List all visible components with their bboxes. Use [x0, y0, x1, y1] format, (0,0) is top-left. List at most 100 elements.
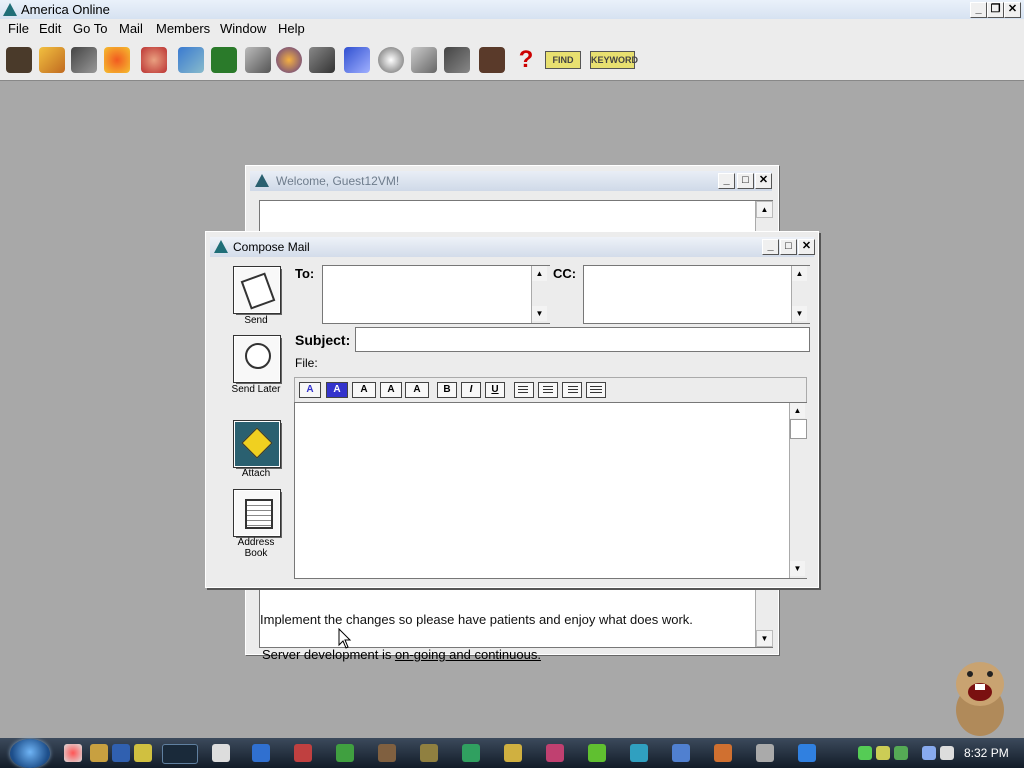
editor-scrollbar[interactable]: ▲ ▼ [789, 403, 807, 578]
tray-icon-1[interactable] [858, 746, 872, 760]
taskbar-app-9[interactable] [504, 744, 522, 762]
scroll-thumb[interactable] [790, 419, 807, 439]
menu-window[interactable]: Window [220, 21, 266, 36]
compose-close-button[interactable]: ✕ [798, 239, 815, 255]
menu-edit[interactable]: Edit [39, 21, 61, 36]
print-icon[interactable] [104, 47, 130, 73]
tray-icon-2[interactable] [876, 746, 890, 760]
taskbar-app-15[interactable] [756, 744, 774, 762]
app-title: America Online [21, 2, 110, 17]
to-field[interactable]: ▲ ▼ [322, 265, 550, 324]
send-later-icon [245, 343, 271, 369]
mail-center-icon[interactable] [71, 47, 97, 73]
quicklaunch-icon-3[interactable] [112, 744, 130, 762]
weather-icon[interactable] [411, 47, 437, 73]
my-files-icon[interactable] [141, 47, 167, 73]
clock-icon[interactable] [378, 47, 404, 73]
scroll-down-arrow-icon[interactable]: ▼ [792, 306, 807, 321]
my-aol-icon[interactable] [178, 47, 204, 73]
help-icon[interactable]: ? [513, 47, 539, 73]
taskbar-app-10[interactable] [546, 744, 564, 762]
send-button[interactable] [233, 266, 281, 314]
scroll-down-arrow-icon[interactable]: ▼ [790, 561, 805, 576]
chrome-icon[interactable] [64, 744, 82, 762]
menu-help[interactable]: Help [278, 21, 305, 36]
read-mail-icon[interactable] [6, 47, 32, 73]
write-mail-icon[interactable] [39, 47, 65, 73]
taskbar-app-4[interactable] [294, 744, 312, 762]
send-icon [240, 272, 276, 310]
calendar-icon[interactable] [479, 47, 505, 73]
taskbar-app-6[interactable] [378, 744, 396, 762]
stocks-icon[interactable] [444, 47, 470, 73]
underline-button[interactable]: U [485, 382, 505, 398]
channels-icon[interactable] [276, 47, 302, 73]
people-icon[interactable] [309, 47, 335, 73]
subject-field[interactable] [355, 327, 810, 352]
welcome-minimize-button[interactable]: _ [718, 173, 735, 189]
taskbar-app-14[interactable] [714, 744, 732, 762]
align-right-button[interactable] [562, 382, 582, 398]
find-button[interactable]: FIND [545, 51, 581, 69]
attach-button[interactable] [233, 420, 281, 468]
cc-field[interactable]: ▲ ▼ [583, 265, 810, 324]
menu-file[interactable]: File [8, 21, 29, 36]
internet-explorer-icon[interactable] [798, 744, 816, 762]
normal-text-button[interactable]: A [380, 382, 402, 398]
taskbar-aol-button[interactable] [162, 744, 198, 764]
welcome-maximize-button[interactable]: □ [737, 173, 754, 189]
compose-titlebar: Compose Mail _ □ ✕ [210, 237, 815, 257]
taskbar-app-8[interactable] [462, 744, 480, 762]
font-size-decrease-button[interactable]: A [352, 382, 376, 398]
font-size-increase-button[interactable]: A [405, 382, 429, 398]
welcome-text-prefix: Server development is [262, 647, 395, 662]
bold-button[interactable]: B [437, 382, 457, 398]
taskbar-app-12[interactable] [630, 744, 648, 762]
message-body-editor[interactable]: ▲ ▼ [294, 402, 807, 579]
compose-minimize-button[interactable]: _ [762, 239, 779, 255]
tray-icon-3[interactable] [894, 746, 908, 760]
compose-maximize-button[interactable]: □ [780, 239, 797, 255]
quotes-icon[interactable] [344, 47, 370, 73]
taskbar-app-3[interactable] [252, 744, 270, 762]
scroll-up-arrow-icon[interactable]: ▲ [532, 266, 547, 281]
scroll-down-arrow-icon[interactable]: ▼ [756, 630, 773, 647]
menu-go-to[interactable]: Go To [73, 21, 107, 36]
font-color-button[interactable]: A [299, 382, 321, 398]
restore-button[interactable]: ❐ [987, 2, 1004, 18]
align-left-button[interactable] [514, 382, 534, 398]
quicklaunch-icon-4[interactable] [134, 744, 152, 762]
align-center-button[interactable] [538, 382, 558, 398]
keyword-button[interactable]: KEYWORD [590, 51, 638, 69]
send-later-label: Send Later [231, 384, 281, 395]
scroll-up-arrow-icon[interactable]: ▲ [790, 403, 805, 418]
quicklaunch-icon-2[interactable] [90, 744, 108, 762]
to-scrollbar[interactable]: ▲ ▼ [531, 266, 550, 323]
send-later-button[interactable] [233, 335, 281, 383]
scroll-down-arrow-icon[interactable]: ▼ [532, 306, 547, 321]
taskbar-app-11[interactable] [588, 744, 606, 762]
address-book-button[interactable] [233, 489, 281, 537]
menu-mail[interactable]: Mail [119, 21, 143, 36]
welcome-close-button[interactable]: ✕ [755, 173, 772, 189]
welcome-text-link[interactable]: on-going and continuous. [395, 647, 541, 662]
close-button[interactable]: ✕ [1004, 2, 1021, 18]
favorites-icon[interactable] [211, 47, 237, 73]
menu-members[interactable]: Members [156, 21, 210, 36]
background-color-button[interactable]: A [326, 382, 348, 398]
volume-icon[interactable] [940, 746, 954, 760]
taskbar-app-13[interactable] [672, 744, 690, 762]
taskbar-app-5[interactable] [336, 744, 354, 762]
scroll-up-arrow-icon[interactable]: ▲ [756, 201, 773, 218]
taskbar-clock[interactable]: 8:32 PM [964, 746, 1009, 760]
scroll-up-arrow-icon[interactable]: ▲ [792, 266, 807, 281]
internet-icon[interactable] [245, 47, 271, 73]
minimize-button[interactable]: _ [970, 2, 987, 18]
italic-button[interactable]: I [461, 382, 481, 398]
justify-button[interactable] [586, 382, 606, 398]
taskbar-app-2[interactable] [212, 744, 230, 762]
cc-scrollbar[interactable]: ▲ ▼ [791, 266, 810, 323]
network-icon[interactable] [922, 746, 936, 760]
taskbar-app-7[interactable] [420, 744, 438, 762]
start-button[interactable] [10, 739, 50, 768]
